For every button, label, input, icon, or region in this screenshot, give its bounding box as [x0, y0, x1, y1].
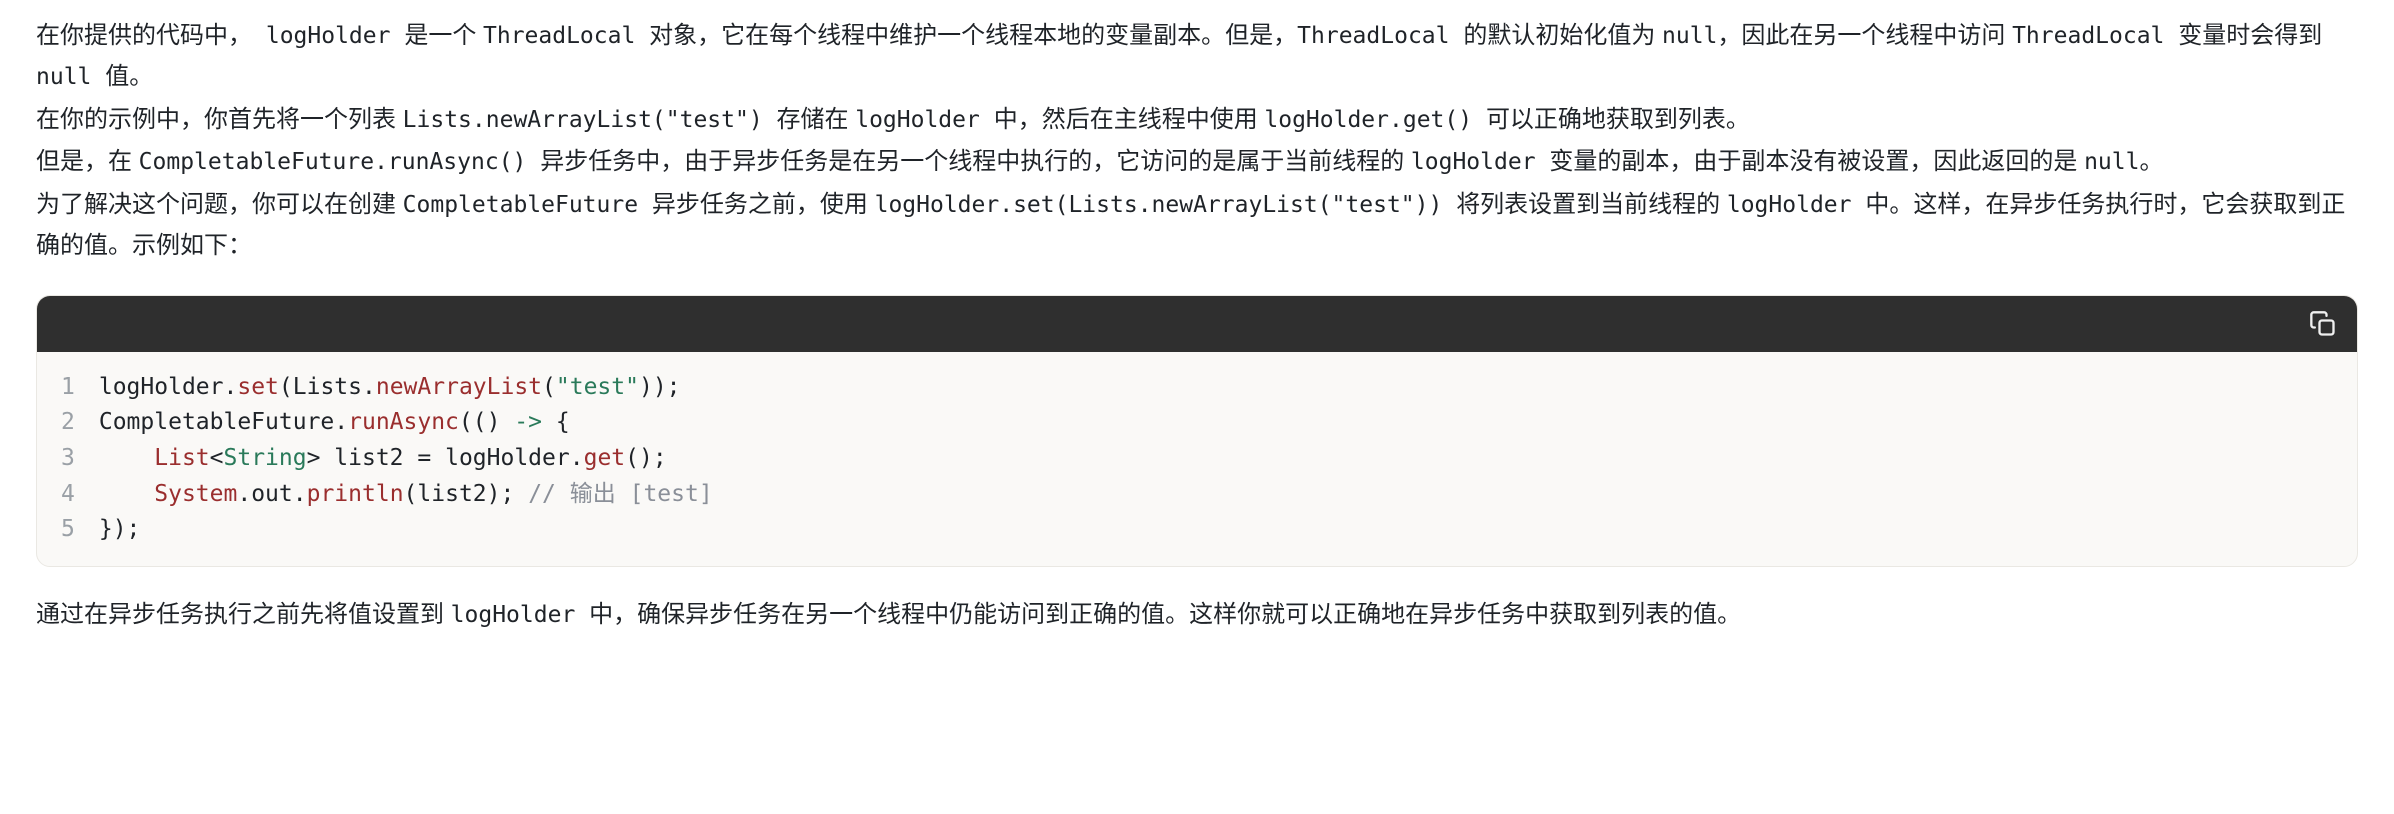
inline-code: Lists.newArrayList("test"): [403, 107, 777, 133]
line-number: 5: [61, 512, 75, 548]
text: 是一个: [404, 22, 483, 49]
inline-code: logHolder: [855, 107, 993, 133]
code-line: logHolder.set(Lists.newArrayList("test")…: [99, 370, 2337, 406]
line-number: 1: [61, 370, 75, 406]
text: 将列表设置到当前线程的: [1456, 191, 1727, 218]
line-number-gutter: 1 2 3 4 5: [47, 370, 99, 548]
inline-code: logHolder: [1727, 192, 1865, 218]
code-line: List<String> list2 = logHolder.get();: [99, 441, 2337, 477]
text: 中，确保异步任务在另一个线程中仍能访问到正确的值。这样你就可以正确地在异步任务中…: [589, 601, 1741, 628]
text: 对象，它在每个线程中维护一个线程本地的变量副本。但是，: [649, 22, 1297, 49]
inline-code: null: [36, 64, 105, 90]
inline-code: logHolder: [252, 23, 404, 49]
inline-code: logHolder: [451, 602, 589, 628]
inline-code: ThreadLocal: [483, 23, 649, 49]
inline-code: logHolder: [1411, 149, 1549, 175]
explanation-paragraph-3: 但是，在 CompletableFuture.runAsync() 异步任务中，…: [36, 142, 2358, 183]
explanation-paragraph-1: 在你提供的代码中， logHolder 是一个 ThreadLocal 对象，它…: [36, 16, 2358, 98]
text: 异步任务中，由于异步任务是在另一个线程中执行的，它访问的是属于当前线程的: [540, 148, 1411, 175]
explanation-paragraph-2: 在你的示例中，你首先将一个列表 Lists.newArrayList("test…: [36, 100, 2358, 141]
text: 变量时会得到: [2178, 22, 2322, 49]
text: 但是，在: [36, 148, 139, 175]
explanation-paragraph-4: 为了解决这个问题，你可以在创建 CompletableFuture 异步任务之前…: [36, 185, 2358, 267]
text: 。: [2139, 148, 2163, 175]
text: 存储在: [777, 106, 856, 133]
inline-code: null: [2084, 149, 2139, 175]
explanation-paragraph-5: 通过在异步任务执行之前先将值设置到 logHolder 中，确保异步任务在另一个…: [36, 595, 2358, 636]
code-lines: logHolder.set(Lists.newArrayList("test")…: [99, 370, 2337, 548]
copy-icon: [2309, 310, 2337, 338]
copy-button[interactable]: [2309, 310, 2337, 338]
text: 的默认初始化值为: [1463, 22, 1662, 49]
text: 中，然后在主线程中使用: [994, 106, 1265, 133]
text: 通过在异步任务执行之前先将值设置到: [36, 601, 451, 628]
text: 在你的示例中，你首先将一个列表: [36, 106, 403, 133]
inline-code: null: [1662, 23, 1717, 49]
text: ，因此在另一个线程中访问: [1717, 22, 2012, 49]
text: 变量的副本，由于副本没有被设置，因此返回的是: [1549, 148, 2084, 175]
inline-code: CompletableFuture.runAsync(): [139, 149, 541, 175]
text: 异步任务之前，使用: [652, 191, 875, 218]
text: 在你提供的代码中，: [36, 22, 252, 49]
inline-code: CompletableFuture: [403, 192, 652, 218]
text: 值。: [105, 63, 153, 90]
line-number: 3: [61, 441, 75, 477]
line-number: 2: [61, 405, 75, 441]
line-number: 4: [61, 477, 75, 513]
code-block-body: 1 2 3 4 5 logHolder.set(Lists.newArrayLi…: [37, 352, 2357, 566]
inline-code: ThreadLocal: [1297, 23, 1463, 49]
text: 为了解决这个问题，你可以在创建: [36, 191, 403, 218]
code-block-header: [37, 296, 2357, 352]
code-line: });: [99, 512, 2337, 548]
code-line: CompletableFuture.runAsync(() -> {: [99, 405, 2337, 441]
text: 可以正确地获取到列表。: [1486, 106, 1750, 133]
inline-code: ThreadLocal: [2012, 23, 2178, 49]
code-block: 1 2 3 4 5 logHolder.set(Lists.newArrayLi…: [36, 295, 2358, 567]
code-line: System.out.println(list2); // 输出 [test]: [99, 477, 2337, 513]
inline-code: logHolder.set(Lists.newArrayList("test")…: [875, 192, 1457, 218]
inline-code: logHolder.get(): [1264, 107, 1486, 133]
